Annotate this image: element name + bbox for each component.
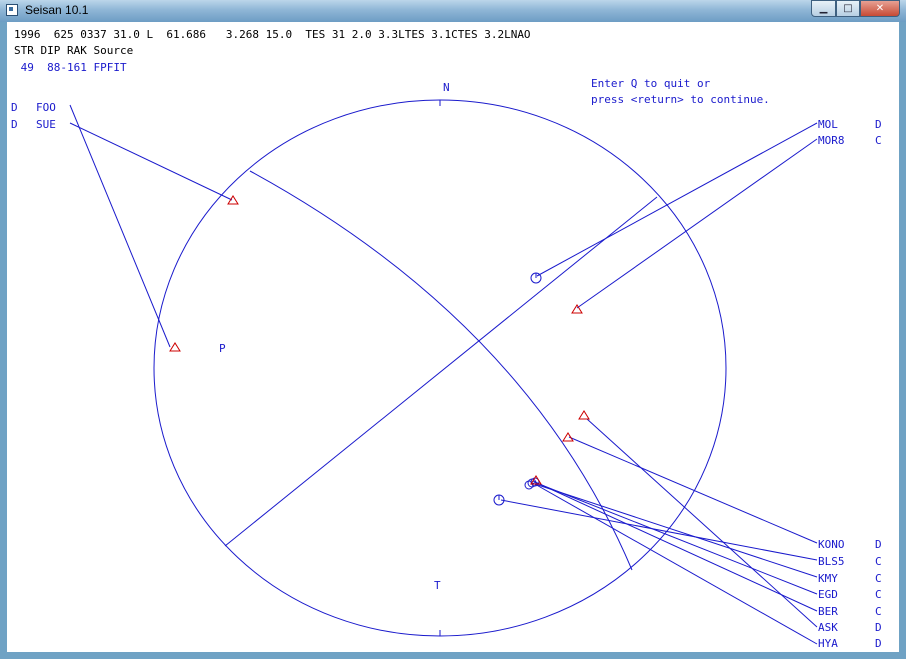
nodal-plane-1 [249,170,633,571]
station-polarity: C [875,572,882,585]
leader-line-mol [536,122,818,277]
station-polarity: C [875,134,882,147]
solution-values: 49 88-161 FPFIT [14,61,127,74]
station-name-mol: MOL [818,118,838,131]
solution-columns-header: STR DIP RAK Source [14,44,134,57]
leader-line-mor8 [576,138,818,309]
dilatation-marker [227,195,239,205]
maximize-button[interactable]: □ [836,0,860,17]
t-axis-label: T [434,579,441,592]
station-name-kmy: KMY [818,572,838,585]
leader-line-kono [568,436,818,544]
station-polarity: C [875,605,882,618]
station-polarity: D [11,118,18,131]
station-name-bls5: BLS5 [818,555,845,568]
focal-sphere-outline [153,99,727,637]
app-icon [6,4,18,16]
focal-mechanism-plot-area[interactable]: 1996 625 0337 31.0 L 61.686 3.268 15.0 T… [7,22,899,652]
station-polarity: D [875,538,882,551]
prompt-line-2: press <return> to continue. [591,93,770,106]
close-button[interactable]: ✕ [860,0,900,17]
leader-line-sue [69,122,233,201]
p-axis-label: P [219,342,226,355]
dilatation-marker [562,432,574,442]
station-polarity: D [875,637,882,650]
station-name-foo: FOO [36,101,56,114]
minimize-button[interactable]: ▁ [811,0,836,17]
leader-line-kmy [534,483,818,578]
title-bar[interactable]: Seisan 10.1 ▁ □ ✕ [0,0,906,22]
station-name-hya: HYA [818,637,838,650]
station-polarity: D [875,621,882,634]
leader-line-foo [69,104,171,348]
prompt-line-1: Enter Q to quit or [591,77,711,90]
dilatation-marker [169,342,181,352]
nodal-plane-2 [224,196,658,547]
focal-sphere-plot [69,99,818,645]
station-name-ask: ASK [818,621,838,634]
station-polarity: C [875,588,882,601]
station-name-sue: SUE [36,118,56,131]
station-polarity: D [875,118,882,131]
leader-line-bls5 [500,499,818,561]
station-polarity: D [11,101,18,114]
station-name-ber: BER [818,605,838,618]
station-name-mor8: MOR8 [818,134,845,147]
window-title: Seisan 10.1 [25,3,89,17]
event-header-line: 1996 625 0337 31.0 L 61.686 3.268 15.0 T… [14,28,531,41]
leader-line-ber [532,480,818,612]
dilatation-marker [578,410,590,420]
station-polarity: C [875,555,882,568]
station-name-kono: KONO [818,538,845,551]
leader-line-hya [532,482,818,645]
station-name-egd: EGD [818,588,838,601]
north-label: N [443,81,450,94]
dilatation-marker [571,304,583,314]
